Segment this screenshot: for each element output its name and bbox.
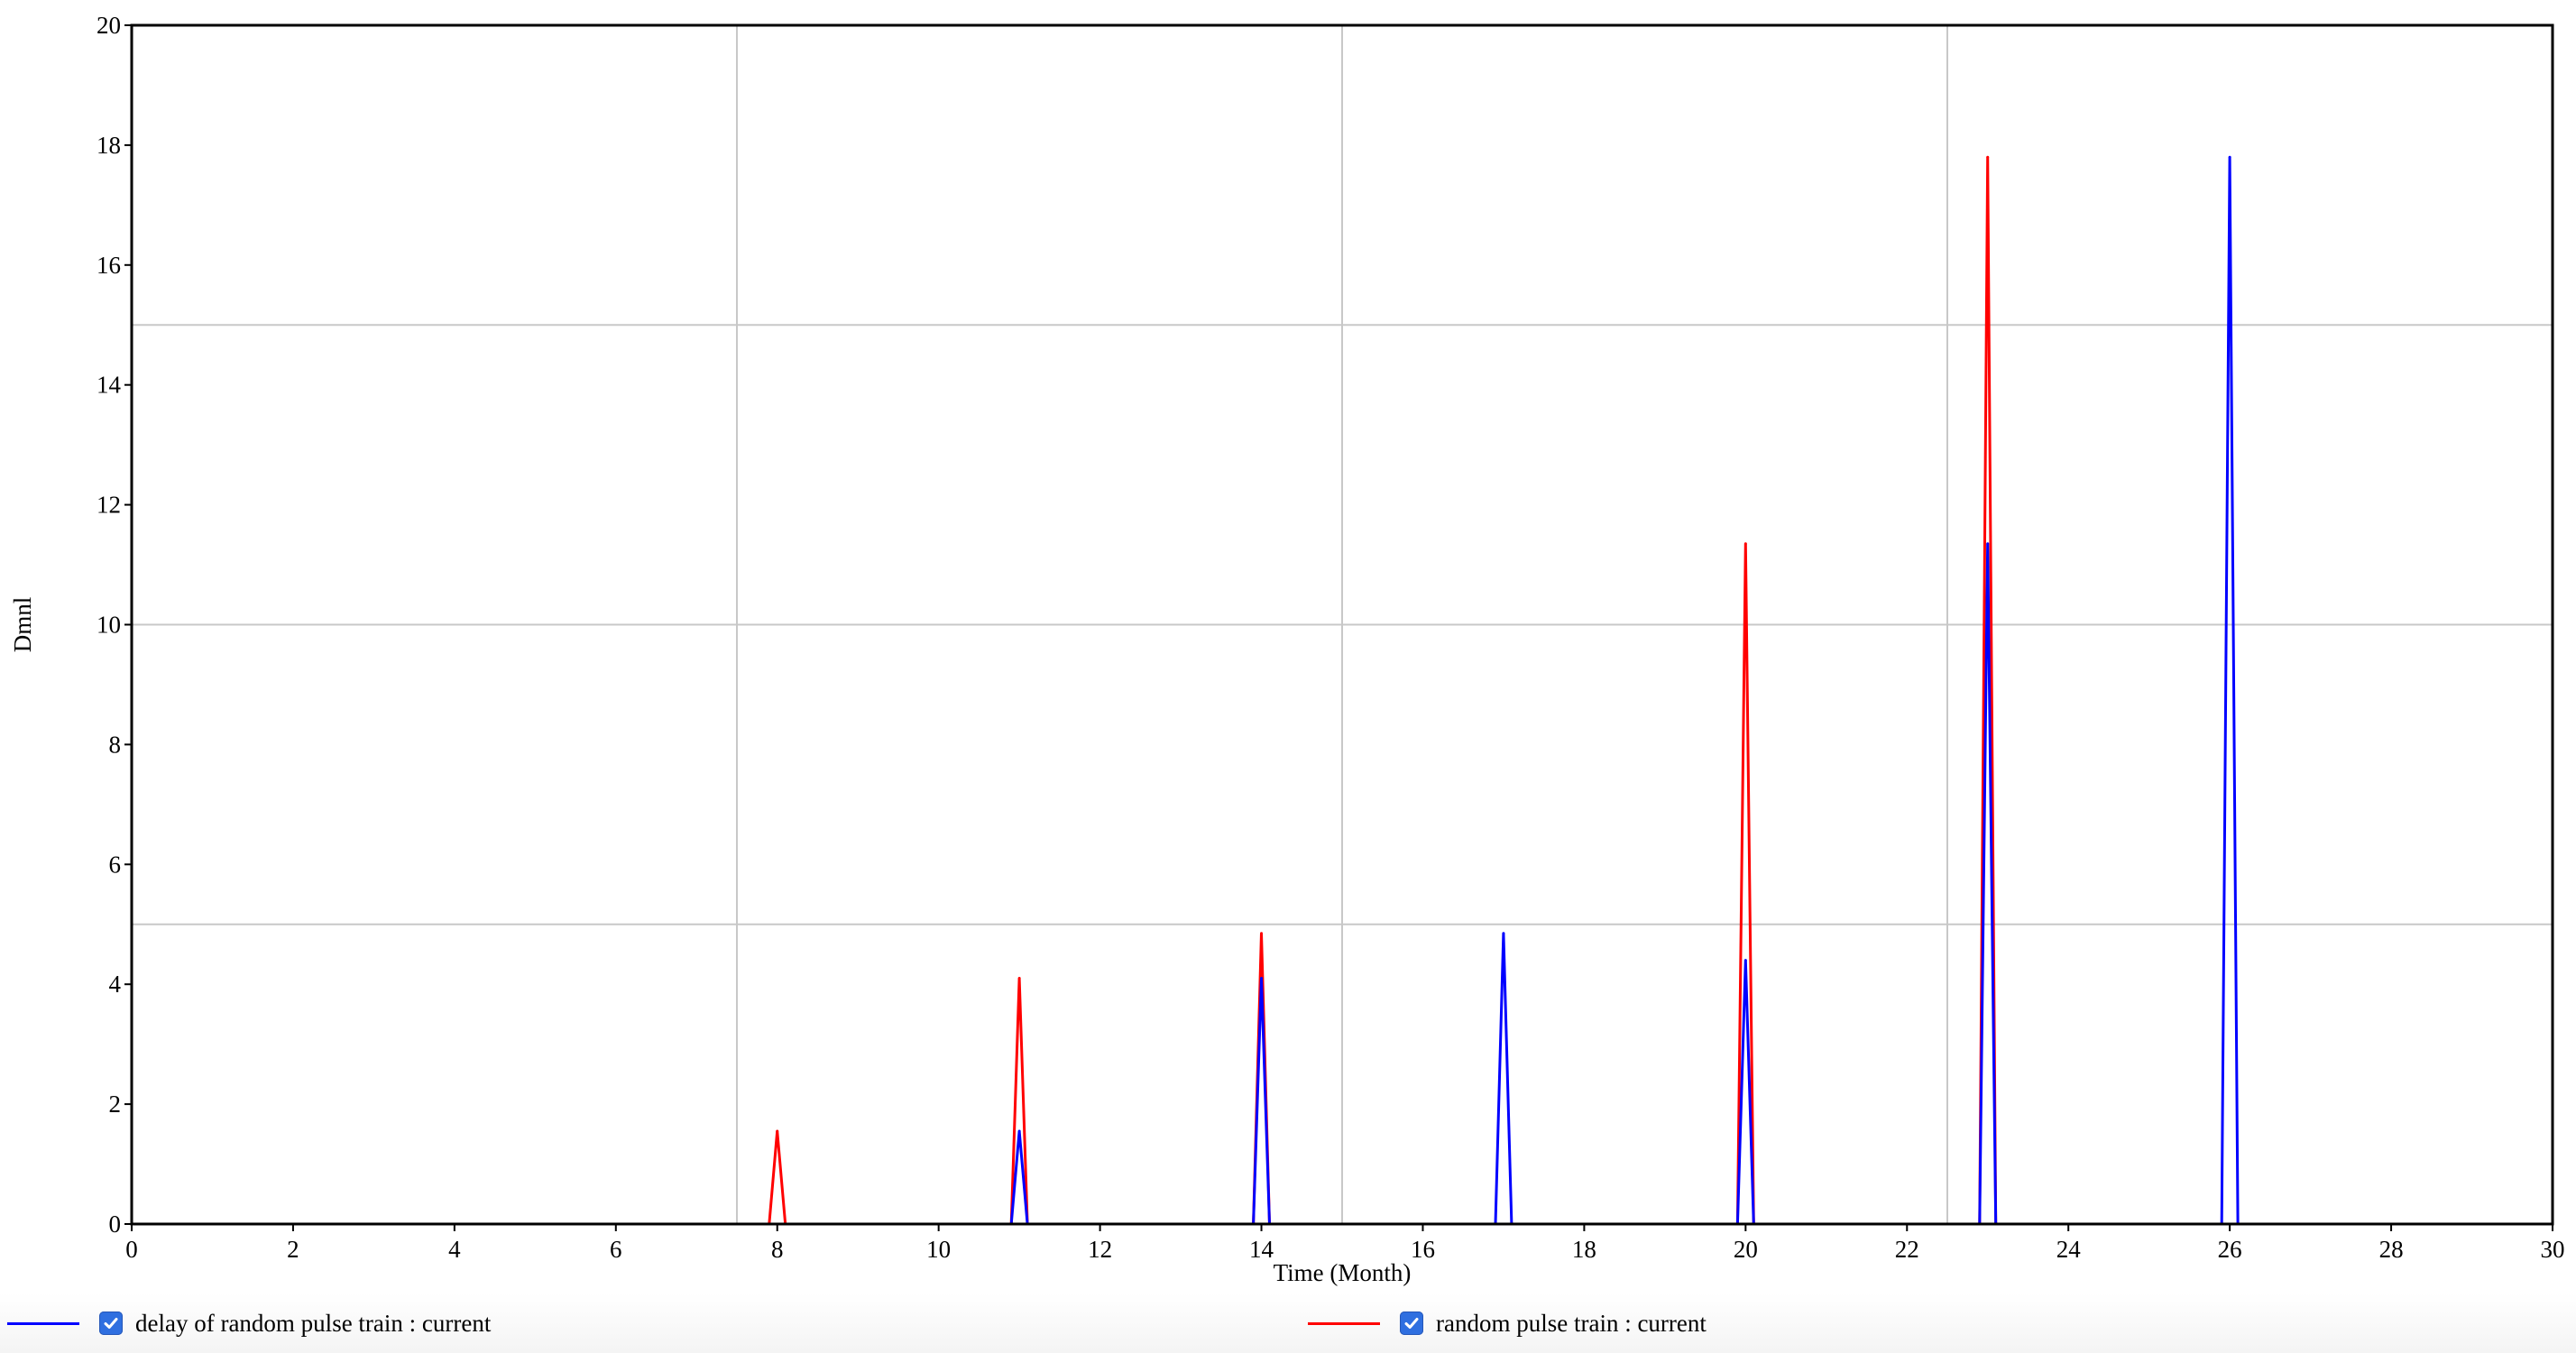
legend-checkbox-delay-series[interactable] [99, 1312, 123, 1335]
x-tick-label: 24 [2056, 1236, 2082, 1263]
x-tick-label: 22 [1895, 1236, 1919, 1263]
y-tick-label: 0 [109, 1210, 122, 1238]
y-tick-label: 8 [109, 731, 122, 758]
pulse-peak-point [1743, 542, 1747, 546]
pulse-peak-point [2228, 155, 2231, 159]
legend: delay of random pulse train : current ra… [0, 1293, 2576, 1353]
pulse-peak-point [1017, 977, 1021, 980]
pulse-peak-point [1017, 1129, 1021, 1133]
y-tick-label: 18 [97, 132, 121, 159]
y-tick-label: 10 [97, 612, 121, 639]
pulse-peak-point [776, 1129, 779, 1133]
checkmark-icon [1404, 1318, 1419, 1329]
legend-line-swatch [7, 1321, 79, 1325]
grid-lines [132, 25, 2553, 1224]
x-tick-label: 2 [287, 1236, 299, 1263]
y-tick-label: 2 [109, 1091, 122, 1118]
pulse-peak-point [1502, 932, 1505, 935]
x-tick-label: 16 [1411, 1236, 1435, 1263]
y-tick-label: 4 [109, 971, 122, 998]
legend-item-random-series: random pulse train : current [1308, 1293, 1707, 1353]
x-tick-label: 18 [1572, 1236, 1596, 1263]
x-tick-label: 30 [2541, 1236, 2565, 1263]
x-tick-label: 26 [2218, 1236, 2242, 1263]
y-axis-label: Dmnl [9, 597, 36, 653]
y-tick-label: 14 [97, 372, 122, 399]
chart-page: 0 2 4 6 8 10 12 14 16 18 20 22 24 26 28 30 0 2 4 6 8 10 12 14 1… [0, 0, 2576, 1353]
x-tick-label: 12 [1088, 1236, 1112, 1263]
y-axis-ticks: 0 2 4 6 8 10 12 14 16 18 20 [97, 12, 132, 1238]
y-tick-label: 20 [97, 12, 121, 39]
line-chart: 0 2 4 6 8 10 12 14 16 18 20 22 24 26 28 30 024681012141… [9, 12, 2565, 1286]
legend-label: delay of random pulse train : current [135, 1309, 492, 1337]
x-tick-label: 10 [926, 1236, 951, 1263]
y-tick-label: 12 [97, 492, 121, 519]
x-tick-label: 8 [771, 1236, 784, 1263]
x-tick-label: 20 [1734, 1236, 1758, 1263]
x-axis-label: Time (Month) [1274, 1259, 1412, 1286]
y-tick-label: 6 [109, 851, 122, 878]
legend-item-delay-series: delay of random pulse train : current [7, 1293, 491, 1353]
legend-line-swatch [1308, 1321, 1380, 1325]
x-tick-label: 4 [448, 1236, 461, 1263]
legend-checkbox-random-series[interactable] [1400, 1312, 1423, 1335]
pulse-peak-point [1260, 932, 1264, 935]
x-tick-label: 14 [1249, 1236, 1274, 1263]
pulse-peak-point [1743, 959, 1747, 962]
x-tick-label: 6 [610, 1236, 622, 1263]
legend-label: random pulse train : current [1436, 1309, 1707, 1337]
pulse-peak-point [1986, 155, 1990, 159]
y-tick-label: 16 [97, 252, 121, 279]
x-tick-label: 0 [125, 1236, 138, 1263]
x-axis-ticks: 0 2 4 6 8 10 12 14 16 18 20 22 24 26 28 30 [125, 1224, 2565, 1263]
pulse-peak-point [1986, 542, 1990, 546]
x-tick-label: 28 [2379, 1236, 2404, 1263]
checkmark-icon [104, 1318, 118, 1329]
pulse-peak-point [1260, 977, 1264, 980]
